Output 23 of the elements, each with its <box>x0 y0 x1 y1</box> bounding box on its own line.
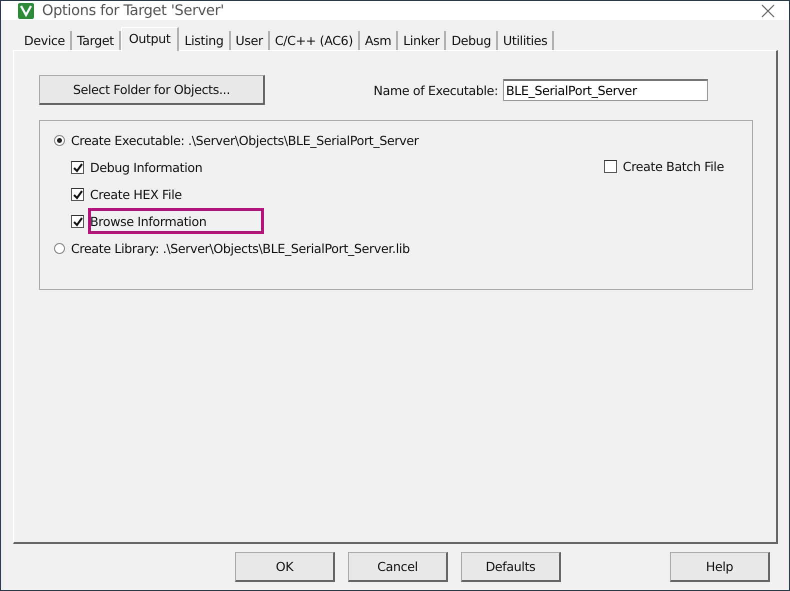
executable-label: Name of Executable: <box>374 82 498 98</box>
dialog-button[interactable]: Cancel <box>348 552 448 582</box>
checkbox[interactable] <box>71 161 84 174</box>
executable-name-field[interactable]: BLE_SerialPort_Server <box>503 79 708 101</box>
checkbox[interactable] <box>71 188 84 201</box>
checkbox-label: Create HEX File <box>90 187 182 202</box>
checkbox[interactable] <box>71 215 84 228</box>
radio-label: Create Library: .\Server\Objects\BLE_SerialPort_Server.lib <box>71 241 410 256</box>
checkbox-label: Debug Information <box>90 160 202 175</box>
radio-button[interactable] <box>54 135 65 146</box>
tab[interactable]: Output <box>120 27 180 51</box>
window-title: Options for Target 'Server' <box>42 2 225 18</box>
tab[interactable]: User <box>230 31 270 50</box>
radio-label: Create Executable: .\Server\Objects\BLE_SerialPort_Server <box>71 133 419 148</box>
checkbox-label: Create Batch File <box>622 159 724 174</box>
radio-button[interactable] <box>54 243 65 254</box>
close-icon[interactable] <box>761 4 775 18</box>
dialog-button[interactable]: Help <box>670 552 770 582</box>
dialog-button[interactable]: OK <box>235 552 335 582</box>
checkbox-label: Browse Information <box>90 214 206 229</box>
select-folder-button[interactable]: Select Folder for Objects... <box>39 75 265 105</box>
dialog-button[interactable]: Defaults <box>461 552 561 582</box>
checkbox[interactable] <box>604 160 617 173</box>
